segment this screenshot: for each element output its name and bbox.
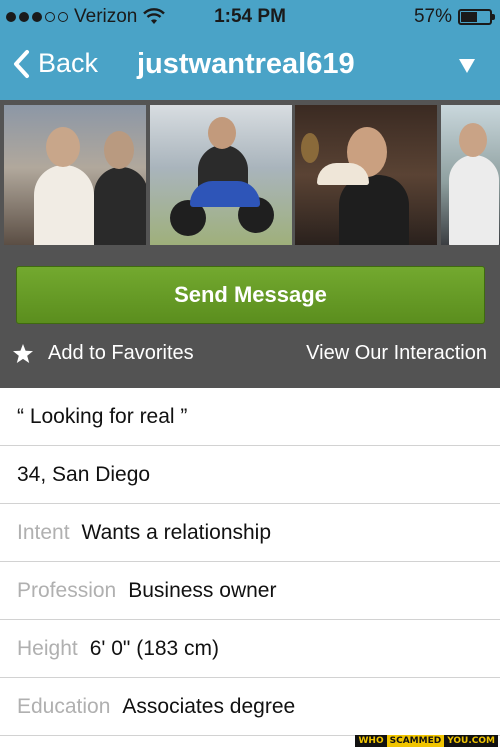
age-location-row: 34, San Diego [0,446,500,504]
height-label: Height [17,636,78,660]
watermark-logo: WHO SCAMMED YOU.COM [355,735,498,747]
intent-label: Intent [17,520,70,544]
add-to-favorites-button[interactable]: Add to Favorites [12,342,194,365]
tagline-row: “ Looking for real ” [0,388,500,446]
watermark-part-1: WHO [355,735,387,747]
profession-row: Profession Business owner [0,562,500,620]
age-location-text: 34, San Diego [17,462,151,486]
star-icon [13,344,33,363]
height-value: 6' 0" (183 cm) [89,636,220,660]
profile-photo-2[interactable] [150,105,292,245]
photo-strip[interactable] [0,100,500,250]
back-label: Back [38,48,99,78]
status-right: 57% [413,6,495,28]
battery-fill [461,12,477,22]
page-title: justwantreal619 [137,48,355,80]
battery-percent: 57% [413,6,452,27]
nav-bar: Back justwantreal619 [0,34,500,100]
education-value: Associates degree [122,694,296,718]
chevron-left-icon [14,49,29,78]
profession-label: Profession [17,578,117,602]
watermark-part-3: YOU.COM [444,735,498,747]
action-panel: Send Message Add to Favorites View Our I… [0,250,500,388]
profession-value: Business owner [128,578,277,602]
intent-value: Wants a relationship [81,520,272,544]
add-to-favorites-label: Add to Favorites [48,342,194,364]
battery-icon [458,9,495,25]
tagline-text: “ Looking for real ” [17,404,188,428]
intent-row: Intent Wants a relationship [0,504,500,562]
profile-photo-1[interactable] [4,105,146,245]
status-bar: Verizon 1:54 PM 57% [0,0,500,34]
height-row: Height 6' 0" (183 cm) [0,620,500,678]
profile-photo-3[interactable] [295,105,437,245]
watermark-part-2: SCAMMED [386,735,445,747]
education-label: Education [17,694,111,718]
dropdown-triangle-icon[interactable] [458,58,476,74]
back-button[interactable]: Back [12,48,98,79]
view-interaction-link[interactable]: View Our Interaction [306,342,487,365]
send-message-button[interactable]: Send Message [16,266,485,324]
education-row: Education Associates degree [0,678,500,736]
profile-photo-4[interactable] [441,105,500,245]
